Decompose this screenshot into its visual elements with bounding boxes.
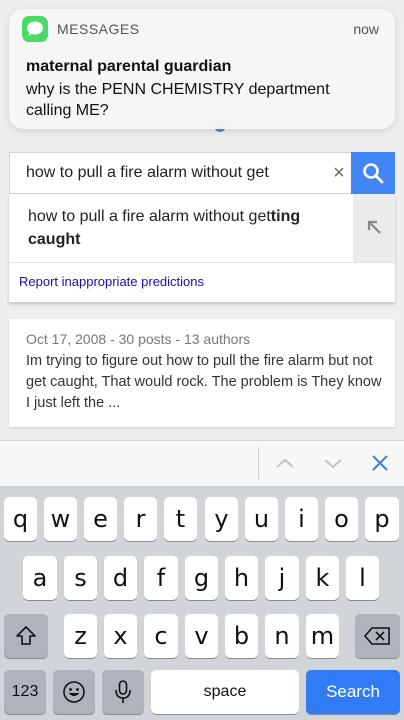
divider	[9, 262, 395, 263]
chevron-up-icon[interactable]	[272, 451, 298, 475]
notification-app-name: MESSAGES	[57, 21, 140, 37]
clear-search-button[interactable]: ×	[324, 153, 354, 193]
shift-key[interactable]	[4, 614, 48, 658]
key-b[interactable]: b	[225, 614, 258, 658]
delete-key[interactable]	[355, 614, 400, 658]
shift-arrow-icon	[16, 626, 36, 645]
key-l[interactable]: l	[346, 556, 379, 600]
notification-message: why is the PENN CHEMISTRY department cal…	[26, 81, 330, 119]
key-w[interactable]: w	[44, 497, 77, 541]
dictation-key[interactable]	[102, 670, 144, 714]
messages-bubble-icon	[22, 16, 48, 42]
autocomplete-dropdown: how to pull a fire alarm without getting…	[9, 194, 395, 302]
search-key[interactable]: Search	[306, 670, 400, 714]
search-box[interactable]: how to pull a fire alarm without get ×	[9, 152, 395, 194]
search-input[interactable]: how to pull a fire alarm without get	[26, 153, 269, 193]
key-p[interactable]: p	[365, 497, 399, 541]
key-f[interactable]: f	[144, 556, 178, 600]
search-result-card[interactable]: Oct 17, 2008 - 30 posts - 13 authors Im …	[9, 319, 395, 427]
key-u[interactable]: u	[245, 497, 278, 541]
key-v[interactable]: v	[185, 614, 218, 658]
key-a[interactable]: a	[23, 556, 57, 600]
key-x[interactable]: x	[104, 614, 137, 658]
divider	[258, 447, 259, 479]
notification-sender: maternal parental guardian	[26, 58, 232, 75]
suggestion-text: how to pull a fire alarm without getting…	[28, 208, 301, 248]
numbers-key[interactable]: 123	[4, 670, 46, 714]
result-snippet: Im trying to figure out how to pull the …	[26, 353, 382, 411]
key-k[interactable]: k	[306, 556, 339, 600]
key-g[interactable]: g	[185, 556, 218, 600]
key-t[interactable]: t	[164, 497, 197, 541]
key-i[interactable]: i	[285, 497, 318, 541]
suggestion-item[interactable]: how to pull a fire alarm without getting…	[9, 194, 395, 262]
key-n[interactable]: n	[265, 614, 299, 658]
message-notification[interactable]: MESSAGES now maternal parental guardian …	[9, 9, 395, 129]
key-h[interactable]: h	[225, 556, 258, 600]
key-o[interactable]: o	[325, 497, 358, 541]
key-y[interactable]: y	[205, 497, 238, 541]
search-button[interactable]	[351, 152, 395, 194]
report-predictions-link[interactable]: Report inappropriate predictions	[19, 274, 204, 289]
magnifier-icon	[363, 163, 384, 184]
smiley-icon	[63, 681, 85, 703]
arrow-up-left-icon	[367, 220, 381, 234]
key-r[interactable]: r	[124, 497, 157, 541]
key-s[interactable]: s	[64, 556, 97, 600]
key-d[interactable]: d	[104, 556, 137, 600]
keyboard: q w e r t y u i o p a s d f g h j k l z …	[0, 486, 404, 720]
key-m[interactable]: m	[306, 614, 339, 658]
key-c[interactable]: c	[144, 614, 178, 658]
space-key[interactable]: space	[151, 670, 299, 714]
result-meta: Oct 17, 2008 - 30 posts - 13 authors	[26, 331, 251, 347]
notification-time: now	[353, 21, 379, 37]
fill-query-button[interactable]	[353, 194, 395, 262]
emoji-key[interactable]	[53, 670, 95, 714]
key-q[interactable]: q	[4, 497, 37, 541]
backspace-icon	[364, 627, 390, 645]
key-e[interactable]: e	[84, 497, 117, 541]
microphone-icon	[115, 680, 131, 703]
key-z[interactable]: z	[64, 614, 97, 658]
chevron-down-icon[interactable]	[320, 451, 346, 475]
keyboard-accessory-bar	[0, 440, 404, 486]
close-icon[interactable]	[368, 451, 392, 475]
key-j[interactable]: j	[265, 556, 299, 600]
